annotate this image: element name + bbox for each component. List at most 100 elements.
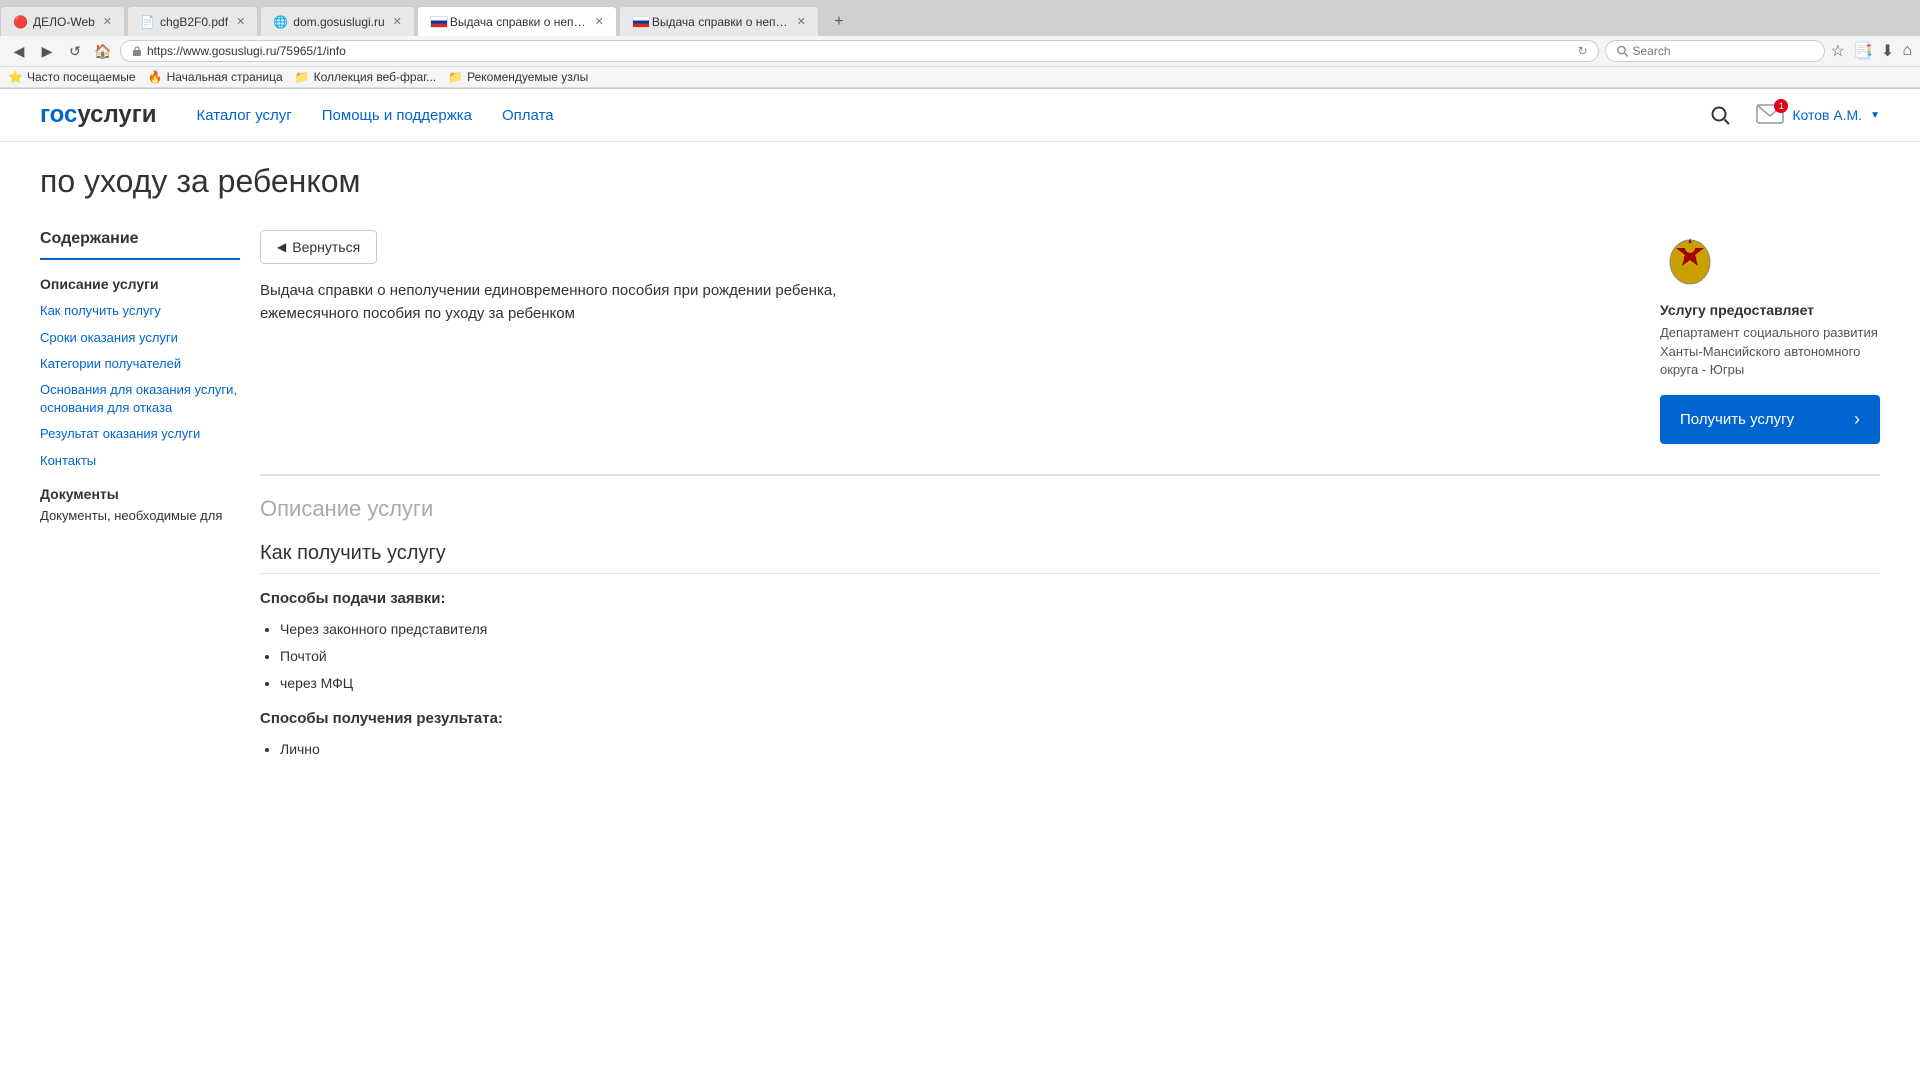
tab-icon-dom: 🌐 [273, 15, 287, 29]
address-bar-icons: ↻ [1578, 44, 1588, 58]
bookmark-home[interactable]: 🔥 Начальная страница [148, 70, 283, 84]
browser-chrome: 🔴 ДЕЛО-Web ✕ 📄 chgB2F0.pdf ✕ 🌐 dom.gosus… [0, 0, 1920, 89]
service-header: ◀ Вернуться Выдача справки о неполучении… [260, 230, 1880, 444]
tab-icon-second [632, 15, 646, 29]
home-button[interactable]: 🏠 [92, 40, 114, 62]
site-nav: Каталог услуг Помощь и поддержка Оплата [197, 107, 1705, 124]
page-wrapper: госуслуги Каталог услуг Помощь и поддерж… [0, 89, 1920, 1077]
tab-title-delo: ДЕЛО-Web [33, 15, 95, 29]
tab-title-pdf: chgB2F0.pdf [160, 15, 228, 29]
service-provider-logo [1660, 230, 1720, 290]
bookmark-recommended[interactable]: 📁 Рекомендуемые узлы [448, 70, 588, 84]
back-button[interactable]: ◀ Вернуться [260, 230, 377, 264]
site-logo[interactable]: госуслуги [40, 101, 157, 129]
tab-close-pdf[interactable]: ✕ [236, 15, 245, 28]
logo-uslugi: услуги [77, 101, 156, 128]
site-search-button[interactable] [1704, 99, 1736, 131]
sidebar-link-timing[interactable]: Сроки оказания услуги [40, 329, 240, 347]
tab-close-dom[interactable]: ✕ [393, 15, 402, 28]
subsection-title: Как получить услугу [260, 542, 1880, 574]
bookmark-icon-collection: 📁 [295, 70, 310, 84]
bookmark-icon-recommended: 📁 [448, 70, 463, 84]
user-envelope: 1 [1756, 103, 1784, 128]
coat-of-arms-icon [1660, 230, 1720, 290]
search-input[interactable] [1632, 44, 1813, 58]
tab-pdf[interactable]: 📄 chgB2F0.pdf ✕ [127, 6, 258, 36]
back-arrow-icon: ◀ [277, 240, 286, 254]
toolbar-icons: ☆ 📑 ⬇ ⌂ [1831, 41, 1912, 61]
nav-catalog[interactable]: Каталог услуг [197, 107, 292, 124]
sidebar-link-how[interactable]: Как получить услугу [40, 302, 240, 320]
tab-bar: 🔴 ДЕЛО-Web ✕ 📄 chgB2F0.pdf ✕ 🌐 dom.gosus… [0, 0, 1920, 36]
tab-close-second[interactable]: ✕ [797, 15, 806, 28]
sidebar-link-contacts[interactable]: Контакты [40, 452, 240, 470]
ways-list: Через законного представителя Почтой чер… [260, 619, 1880, 694]
section-title-main: Описание услуги [260, 496, 1880, 522]
sidebar-link-result[interactable]: Результат оказания услуги [40, 425, 240, 443]
reading-list-icon[interactable]: 📑 [1853, 41, 1873, 61]
tab-title-dom: dom.gosuslugi.ru [293, 15, 384, 29]
nav-help[interactable]: Помощь и поддержка [322, 107, 472, 124]
bookmark-icon-home: 🔥 [148, 70, 163, 84]
tab-delo[interactable]: 🔴 ДЕЛО-Web ✕ [0, 6, 125, 36]
service-provider-name: Департамент социального развития Ханты-М… [1660, 324, 1880, 379]
sidebar-link-grounds[interactable]: Основания для оказания услуги, основания… [40, 381, 240, 417]
tab-dom[interactable]: 🌐 dom.gosuslugi.ru ✕ [260, 6, 415, 36]
user-name[interactable]: Котов А.М. [1792, 107, 1862, 123]
search-icon [1616, 44, 1629, 58]
bookmarks-bar: ⭐ Часто посещаемые 🔥 Начальная страница … [0, 67, 1920, 88]
site-search-icon [1709, 104, 1731, 126]
service-provider-title: Услугу предоставляет [1660, 302, 1880, 318]
tab-icon-delo: 🔴 [13, 15, 27, 29]
tab-icon-pdf: 📄 [140, 15, 154, 29]
bookmark-frequent[interactable]: ⭐ Часто посещаемые [8, 70, 136, 84]
home-nav-icon[interactable]: ⌂ [1902, 42, 1912, 60]
hero-title: по уходу за ребенком [40, 162, 1880, 200]
reload-button[interactable]: ↺ [64, 40, 86, 62]
refresh-icon[interactable]: ↻ [1578, 44, 1588, 58]
notification-badge: 1 [1774, 99, 1788, 113]
download-icon[interactable]: ⬇ [1881, 41, 1894, 61]
sidebar-link-categories[interactable]: Категории получателей [40, 355, 240, 373]
tab-close-active[interactable]: ✕ [595, 15, 604, 28]
search-bar[interactable] [1605, 40, 1825, 62]
tab-active[interactable]: Выдача справки о непол... ✕ [417, 6, 617, 36]
tab-second[interactable]: Выдача справки о непол... ✕ [619, 6, 819, 36]
way-item-3: через МФЦ [280, 673, 1880, 694]
tab-icon-active [430, 15, 444, 29]
ways-label: Способы подачи заявки: [260, 590, 1880, 607]
content-body: Описание услуги Как получить услугу Спос… [260, 474, 1880, 760]
bookmark-star-icon[interactable]: ☆ [1831, 41, 1845, 61]
bookmark-collection[interactable]: 📁 Коллекция веб-фраг... [295, 70, 436, 84]
way-item-1: Через законного представителя [280, 619, 1880, 640]
sidebar-section-docs: Документы Документы, необходимые для [40, 486, 240, 523]
content-area: ◀ Вернуться Выдача справки о неполучении… [260, 230, 1880, 776]
site-header: госуслуги Каталог услуг Помощь и поддерж… [0, 89, 1920, 142]
tab-title-second: Выдача справки о непол... [652, 15, 789, 29]
results-list: Лично [260, 739, 1880, 760]
service-title-text: Выдача справки о неполучении единовремен… [260, 280, 880, 325]
user-dropdown-icon: ▼ [1870, 110, 1880, 121]
service-header-left: ◀ Вернуться Выдача справки о неполучении… [260, 230, 1630, 444]
address-input[interactable] [147, 44, 1578, 58]
way-item-2: Почтой [280, 646, 1880, 667]
sidebar-docs-title: Документы [40, 486, 240, 502]
bookmark-label-recommended: Рекомендуемые узлы [467, 70, 588, 84]
tab-title-active: Выдача справки о непол... [450, 15, 587, 29]
bookmark-icon-frequent: ⭐ [8, 70, 23, 84]
sidebar-section-title: Описание услуги [40, 276, 240, 292]
forward-button[interactable]: ▶ [36, 40, 58, 62]
main-area: Содержание Описание услуги Как получить … [0, 210, 1920, 796]
user-area[interactable]: 1 Котов А.М. ▼ [1756, 103, 1880, 128]
nav-payment[interactable]: Оплата [502, 107, 554, 124]
sidebar-section-description: Описание услуги Как получить услугу Срок… [40, 276, 240, 469]
get-service-label: Получить услугу [1680, 411, 1794, 428]
get-service-button[interactable]: Получить услугу › [1660, 395, 1880, 444]
hero-section: по уходу за ребенком [0, 142, 1920, 210]
new-tab-button[interactable]: + [825, 8, 853, 36]
sidebar: Содержание Описание услуги Как получить … [40, 230, 260, 776]
result-label: Способы получения результата: [260, 710, 1880, 727]
tab-close-delo[interactable]: ✕ [103, 15, 112, 28]
back-button[interactable]: ◀ [8, 40, 30, 62]
address-bar[interactable]: ↻ [120, 40, 1599, 62]
